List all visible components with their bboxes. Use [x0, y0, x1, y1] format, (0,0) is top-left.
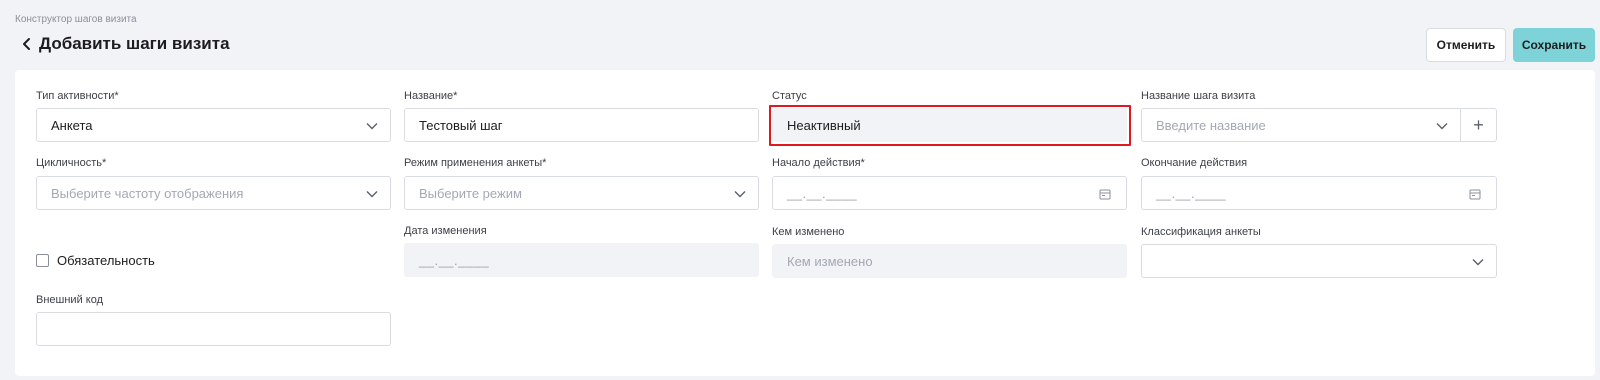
activity-type-select[interactable]: Анкета [36, 108, 391, 142]
chevron-down-icon [366, 188, 378, 200]
required-checkbox-row[interactable]: Обязательность [36, 253, 155, 268]
change-date-field: __.__.____ [404, 243, 759, 277]
calendar-icon[interactable] [1098, 187, 1112, 201]
name-value: Тестовый шаг [419, 117, 503, 133]
chevron-down-icon [734, 188, 746, 200]
name-input[interactable]: Тестовый шаг [404, 108, 759, 142]
chevron-down-icon [1472, 256, 1484, 268]
mode-label: Режим применения анкеты* [404, 157, 547, 169]
activity-type-value: Анкета [51, 117, 93, 133]
status-value: Неактивный [787, 117, 861, 133]
changed-by-label: Кем изменено [772, 226, 845, 238]
name-label: Название* [404, 90, 458, 102]
required-checkbox[interactable] [36, 254, 49, 267]
step-name-select[interactable]: Введите название [1141, 108, 1461, 142]
back-button[interactable] [17, 34, 37, 54]
end-date-mask: __.__.____ [1156, 185, 1227, 201]
chevron-left-icon [23, 38, 30, 50]
calendar-icon[interactable] [1468, 187, 1482, 201]
activity-type-label: Тип активности* [36, 90, 119, 102]
breadcrumb: Конструктор шагов визита [15, 14, 137, 25]
classification-select[interactable] [1141, 244, 1497, 278]
form-card: Тип активности* Анкета Название* Тестовы… [15, 70, 1595, 376]
add-step-name-button[interactable]: + [1461, 108, 1497, 142]
chevron-down-icon [1436, 120, 1448, 132]
step-name-placeholder: Введите название [1156, 117, 1266, 133]
save-button[interactable]: Сохранить [1513, 28, 1595, 62]
end-date-input[interactable]: __.__.____ [1141, 176, 1497, 210]
external-code-label: Внешний код [36, 294, 104, 306]
chevron-down-icon [366, 120, 378, 132]
step-name-label: Название шага визита [1141, 90, 1256, 102]
change-date-mask: __.__.____ [419, 252, 490, 268]
changed-by-placeholder: Кем изменено [787, 253, 873, 269]
status-label: Статус [772, 90, 807, 102]
external-code-input[interactable] [36, 312, 391, 346]
change-date-label: Дата изменения [404, 225, 487, 237]
required-label: Обязательность [57, 253, 155, 268]
end-date-label: Окончание действия [1141, 157, 1248, 169]
page-header: Добавить шаги визита [15, 30, 1600, 60]
mode-select[interactable]: Выберите режим [404, 176, 759, 210]
status-field: Неактивный [772, 108, 1127, 142]
cyclicity-placeholder: Выберите частоту отображения [51, 185, 244, 201]
page-title: Добавить шаги визита [39, 34, 230, 53]
start-date-label: Начало действия* [772, 157, 865, 169]
mode-placeholder: Выберите режим [419, 185, 522, 201]
start-date-mask: __.__.____ [787, 185, 858, 201]
classification-label: Классификация анкеты [1141, 226, 1261, 238]
cancel-button[interactable]: Отменить [1426, 28, 1506, 62]
cyclicity-select[interactable]: Выберите частоту отображения [36, 176, 391, 210]
changed-by-field: Кем изменено [772, 244, 1127, 278]
cyclicity-label: Цикличность* [36, 157, 107, 169]
start-date-input[interactable]: __.__.____ [772, 176, 1127, 210]
